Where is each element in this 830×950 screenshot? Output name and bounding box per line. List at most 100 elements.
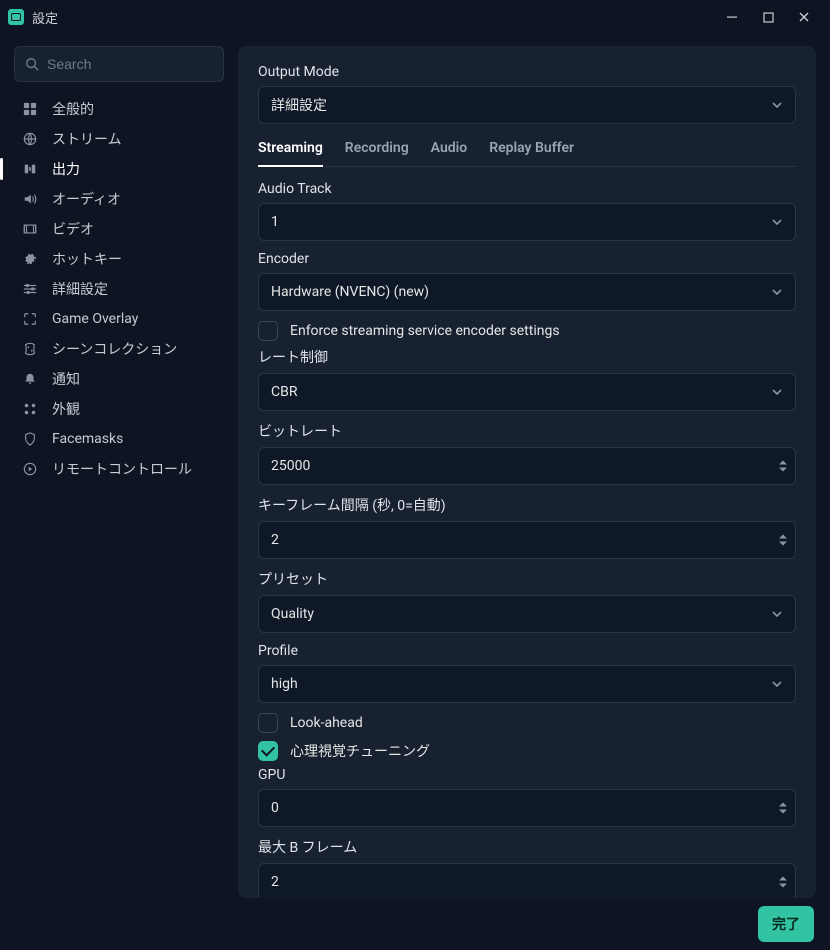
lookahead-row: Look-ahead xyxy=(258,713,796,733)
shield-icon xyxy=(22,432,38,446)
lookahead-checkbox[interactable] xyxy=(258,713,278,733)
gpu-value: 0 xyxy=(271,800,279,816)
gear-icon xyxy=(22,252,38,266)
audio-track-value: 1 xyxy=(271,214,279,230)
output-icon xyxy=(22,162,38,176)
sidebar-item-10[interactable]: 外観 xyxy=(14,394,224,424)
profile-label: Profile xyxy=(258,643,796,659)
sidebar-item-1[interactable]: ストリーム xyxy=(14,124,224,154)
sidebar-item-label: シーンコレクション xyxy=(52,339,177,359)
chevron-down-icon xyxy=(771,678,783,690)
enforce-checkbox[interactable] xyxy=(258,321,278,341)
enforce-label: Enforce streaming service encoder settin… xyxy=(290,323,560,339)
keyframe-spinner[interactable] xyxy=(779,535,787,546)
encoder-label: Encoder xyxy=(258,251,796,267)
output-mode-label: Output Mode xyxy=(258,64,796,80)
keyframe-value: 2 xyxy=(271,532,279,548)
bframes-input[interactable]: 2 xyxy=(258,863,796,898)
keyframe-input[interactable]: 2 xyxy=(258,521,796,559)
app-icon xyxy=(8,9,24,25)
bitrate-label: ビットレート xyxy=(258,421,796,441)
output-mode-value: 詳細設定 xyxy=(271,95,327,115)
search-box[interactable] xyxy=(14,46,224,82)
preset-label: プリセット xyxy=(258,569,796,589)
bframes-value: 2 xyxy=(271,874,279,890)
bitrate-input[interactable]: 25000 xyxy=(258,447,796,485)
globe-icon xyxy=(22,132,38,146)
psycho-row: 心理視覚チューニング xyxy=(258,741,796,761)
rate-control-select[interactable]: CBR xyxy=(258,373,796,411)
chevron-down-icon xyxy=(771,608,783,620)
sidebar-item-6[interactable]: 詳細設定 xyxy=(14,274,224,304)
gpu-label: GPU xyxy=(258,767,796,783)
sidebar-item-label: ビデオ xyxy=(52,219,94,239)
sidebar-item-7[interactable]: Game Overlay xyxy=(14,304,224,334)
sidebar-item-9[interactable]: 通知 xyxy=(14,364,224,394)
maximize-button[interactable] xyxy=(750,3,786,31)
close-button[interactable] xyxy=(786,3,822,31)
psycho-checkbox[interactable] xyxy=(258,741,278,761)
profile-select[interactable]: high xyxy=(258,665,796,703)
psycho-label: 心理視覚チューニング xyxy=(290,741,430,761)
sidebar-item-4[interactable]: ビデオ xyxy=(14,214,224,244)
audio-icon xyxy=(22,192,38,206)
sliders-icon xyxy=(22,282,38,296)
video-icon xyxy=(22,222,38,236)
sidebar-item-8[interactable]: シーンコレクション xyxy=(14,334,224,364)
sidebar-item-label: Game Overlay xyxy=(52,311,138,327)
sidebar-item-label: ホットキー xyxy=(52,249,122,269)
search-input[interactable] xyxy=(47,56,228,72)
sidebar-item-label: オーディオ xyxy=(52,189,121,209)
bframes-spinner[interactable] xyxy=(779,877,787,888)
encoder-select[interactable]: Hardware (NVENC) (new) xyxy=(258,273,796,311)
tab-audio[interactable]: Audio xyxy=(431,140,468,166)
bitrate-value: 25000 xyxy=(271,458,310,474)
tab-recording[interactable]: Recording xyxy=(345,140,409,166)
collection-icon xyxy=(22,342,38,356)
play-icon xyxy=(22,462,38,476)
footer: 完了 xyxy=(0,898,830,950)
gpu-spinner[interactable] xyxy=(779,803,787,814)
output-mode-select[interactable]: 詳細設定 xyxy=(258,86,796,124)
chevron-down-icon xyxy=(771,286,783,298)
gpu-input[interactable]: 0 xyxy=(258,789,796,827)
sidebar-item-2[interactable]: 出力 xyxy=(14,154,224,184)
sidebar-item-label: Facemasks xyxy=(52,431,123,447)
sidebar-item-label: ストリーム xyxy=(52,129,122,149)
bell-icon xyxy=(22,372,38,386)
tab-replay-buffer[interactable]: Replay Buffer xyxy=(489,140,574,166)
rate-control-value: CBR xyxy=(271,384,297,400)
bframes-label: 最大 B フレーム xyxy=(258,837,796,857)
sidebar-item-label: 外観 xyxy=(52,399,80,419)
main-panel: Output Mode 詳細設定 Streaming Recording Audio… xyxy=(238,46,816,898)
keyframe-label: キーフレーム間隔 (秒, 0=自動) xyxy=(258,495,796,515)
window-title: 設定 xyxy=(32,8,58,27)
chevron-down-icon xyxy=(771,216,783,228)
overlay-icon xyxy=(22,312,38,326)
tab-streaming[interactable]: Streaming xyxy=(258,140,323,166)
sidebar-item-0[interactable]: 全般的 xyxy=(14,94,224,124)
minimize-button[interactable] xyxy=(714,3,750,31)
sidebar: 全般的ストリーム出力オーディオビデオホットキー詳細設定 Game Overlay シ… xyxy=(14,46,224,898)
search-icon xyxy=(25,57,39,71)
bitrate-spinner[interactable] xyxy=(779,461,787,472)
chevron-down-icon xyxy=(771,99,783,111)
sidebar-item-label: リモートコントロール xyxy=(52,459,192,479)
sidebar-item-3[interactable]: オーディオ xyxy=(14,184,224,214)
enforce-row: Enforce streaming service encoder settin… xyxy=(258,321,796,341)
sidebar-item-label: 通知 xyxy=(52,369,80,389)
profile-value: high xyxy=(271,676,298,692)
encoder-value: Hardware (NVENC) (new) xyxy=(271,284,429,300)
audio-track-select[interactable]: 1 xyxy=(258,203,796,241)
chevron-down-icon xyxy=(771,386,783,398)
rate-control-label: レート制御 xyxy=(258,347,796,367)
lookahead-label: Look-ahead xyxy=(290,715,363,731)
sidebar-item-11[interactable]: Facemasks xyxy=(14,424,224,454)
preset-select[interactable]: Quality xyxy=(258,595,796,633)
done-button[interactable]: 完了 xyxy=(758,906,814,942)
preset-value: Quality xyxy=(271,606,314,622)
sidebar-item-12[interactable]: リモートコントロール xyxy=(14,454,224,484)
sidebar-item-label: 出力 xyxy=(52,159,80,179)
sidebar-item-label: 詳細設定 xyxy=(52,279,108,299)
sidebar-item-5[interactable]: ホットキー xyxy=(14,244,224,274)
